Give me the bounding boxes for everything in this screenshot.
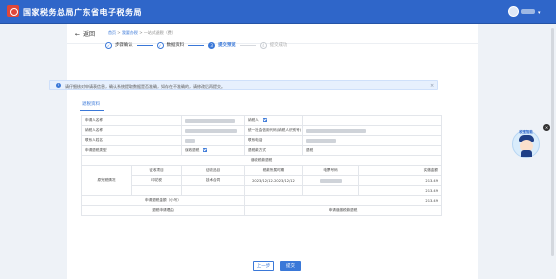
refund-reason-value: 申请误缴税款退税 [244, 205, 442, 216]
breadcrumb-current: 一站式退税（费） [143, 30, 176, 35]
taxpayer-label: 纳税人 [244, 115, 303, 126]
prev-step-button[interactable]: 上一步 [253, 261, 274, 271]
step-label: 步骤确认 [115, 43, 133, 48]
taxpayer-name-label: 纳税人名称 [81, 125, 182, 136]
levy-item-value: 印花税 [131, 175, 182, 186]
refund-reason-label: 退税申请理由 [81, 205, 245, 216]
applicant-name-value [181, 115, 245, 126]
app-title: 国家税务总局广东省电子税务局 [23, 8, 142, 17]
tax-period-value: 2023/12/12-2023/12/12 [244, 175, 303, 186]
assistant-label: 税宝智能 [519, 130, 533, 134]
table-row: 申请退税类型 误收退税 退税款方式 退税 [81, 145, 442, 156]
chevron-down-icon[interactable]: ▾ [538, 10, 541, 16]
refund-amount-label: 申请退税金额（小写） [81, 195, 245, 206]
breadcrumb: 首页 > 我要办税 > 一站式退税（费） [108, 30, 176, 35]
notice-alert: i 请仔细核对申请表信息，确认系统提取数据是否准确，如存在不准确的，请修改后再提… [49, 80, 438, 90]
step-label: 提交预览 [218, 43, 236, 48]
taxpayer-name-value [181, 125, 245, 136]
levy-subitem-value: 技术合同 [181, 175, 245, 186]
arrow-left-icon: ← [75, 31, 81, 38]
breadcrumb-tax[interactable]: 我要办税 [122, 30, 138, 35]
step-connector [188, 44, 205, 46]
credit-code-label: 统一社会信用代码(纳税人识别号) [244, 125, 303, 136]
alert-message: 请仔细核对申请表信息，确认系统提取数据是否准确，如存在不准确的，请修改后再提交。 [65, 83, 225, 89]
back-label: 返回 [83, 31, 96, 38]
refund-method-label: 退税款方式 [244, 145, 303, 156]
step-connector [239, 44, 256, 46]
breadcrumb-home[interactable]: 首页 [108, 30, 116, 35]
taxpayer-checkbox[interactable] [262, 118, 267, 122]
tab-underline [80, 110, 104, 111]
ticket-number-value [302, 175, 359, 186]
back-button[interactable]: ← 返回 [75, 29, 95, 38]
paid-amount-total: 213.49 [358, 185, 442, 196]
step-label: 提交成功 [269, 43, 288, 48]
table-row: 联系人姓名 联系电话 [81, 135, 442, 146]
table-row: 213.49 [82, 185, 442, 196]
check-icon: ✓ [156, 41, 164, 49]
tax-bureau-logo-icon [7, 5, 19, 17]
refund-method-value: 退税 [302, 145, 442, 156]
col-tax-period: 税款所属时期 [244, 165, 303, 176]
info-icon: i [56, 83, 61, 88]
original-payment-label: 原完税情况 [81, 165, 132, 196]
table-row: 申请退税金额（小写） 213.49 [81, 195, 442, 206]
refund-type-checkbox[interactable] [203, 148, 208, 152]
user-avatar-icon[interactable] [508, 6, 519, 17]
step-label: 数据资料 [166, 43, 185, 48]
step-confirm: ✓ 步骤确认 [105, 41, 133, 49]
progress-steps: ✓ 步骤确认 ✓ 数据资料 3 提交预览 4 提交成功 [105, 39, 287, 51]
applicant-name-label: 申请人名称 [81, 115, 182, 126]
tab-refund-info[interactable]: 退税资料 [82, 101, 100, 107]
close-icon[interactable]: × [430, 83, 434, 89]
section-title: 误收税款退税 [81, 155, 442, 166]
step-success: 4 提交成功 [259, 41, 288, 49]
col-levy-subitem: 征收品目 [181, 165, 245, 176]
step-number: 3 [208, 41, 216, 49]
step-connector [136, 44, 153, 46]
contact-name-value [181, 135, 245, 146]
assistant-robot-icon[interactable] [512, 130, 540, 158]
refund-form-table: 申请人名称 纳税人 纳税人名称 统一社会信用代码(纳税人识别号) 联系人姓名 联… [81, 115, 442, 216]
table-row: 纳税人名称 统一社会信用代码(纳税人识别号) [81, 125, 442, 136]
step-number: 4 [259, 41, 267, 49]
paid-amount-value: 213.49 [358, 175, 442, 186]
col-paid-amount: 实缴金额 [358, 165, 442, 176]
credit-code-value [302, 125, 442, 136]
user-name[interactable] [521, 9, 535, 14]
submit-button[interactable]: 提交 [280, 261, 301, 271]
table-row: 误收税款退税 [81, 155, 442, 166]
taxpayer-value [302, 115, 442, 126]
col-ticket-number: 电票号码 [302, 165, 359, 176]
app-header: 国家税务总局广东省电子税务局 ▾ [0, 0, 556, 24]
refund-type-label: 申请退税类型 [81, 145, 182, 156]
refund-amount-value: 213.49 [244, 195, 442, 206]
col-levy-item: 征收项目 [131, 165, 182, 176]
step-preview: 3 提交预览 [208, 41, 236, 49]
page-scrollbar[interactable] [551, 28, 554, 256]
contact-name-label: 联系人姓名 [81, 135, 182, 146]
step-data: ✓ 数据资料 [156, 41, 185, 49]
table-row: 退税申请理由 申请误缴税款退税 [81, 205, 442, 216]
table-row: 印花税 技术合同 2023/12/12-2023/12/12 213.49 [82, 175, 442, 186]
check-icon: ✓ [105, 41, 112, 49]
contact-phone-value [302, 135, 442, 146]
table-row: 原完税情况 征收项目 征收品目 税款所属时期 电票号码 实缴金额 [81, 165, 442, 196]
table-row: 申请人名称 纳税人 [81, 115, 442, 126]
refund-type-value: 误收退税 [181, 145, 245, 156]
contact-phone-label: 联系电话 [244, 135, 303, 146]
